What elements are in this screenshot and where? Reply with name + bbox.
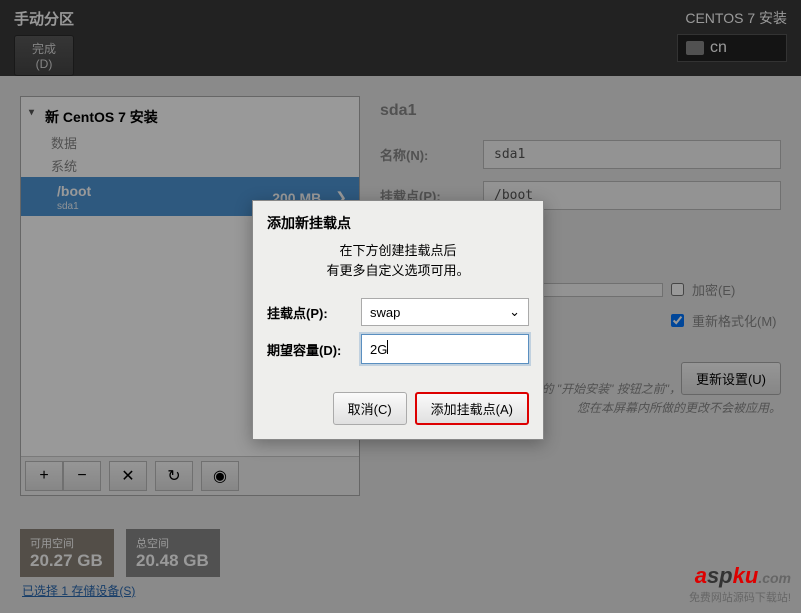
dialog-mount-select[interactable]: swap ⌄ bbox=[361, 298, 529, 326]
add-mountpoint-button[interactable]: 添加挂载点(A) bbox=[415, 392, 529, 425]
chevron-down-icon: ⌄ bbox=[509, 304, 520, 320]
dialog-title: 添加新挂载点 bbox=[253, 201, 543, 237]
dialog-mount-label: 挂载点(P): bbox=[267, 303, 353, 322]
watermark: aspku.com 免费网站源码下载站! bbox=[689, 563, 791, 605]
dialog-subtitle: 在下方创建挂载点后有更多自定义选项可用。 bbox=[253, 237, 543, 294]
dialog-size-label: 期望容量(D): bbox=[267, 340, 353, 359]
add-mountpoint-dialog: 添加新挂载点 在下方创建挂载点后有更多自定义选项可用。 挂载点(P): swap… bbox=[252, 200, 544, 440]
cancel-button[interactable]: 取消(C) bbox=[333, 392, 407, 425]
dialog-size-input[interactable]: 2G bbox=[361, 334, 529, 364]
